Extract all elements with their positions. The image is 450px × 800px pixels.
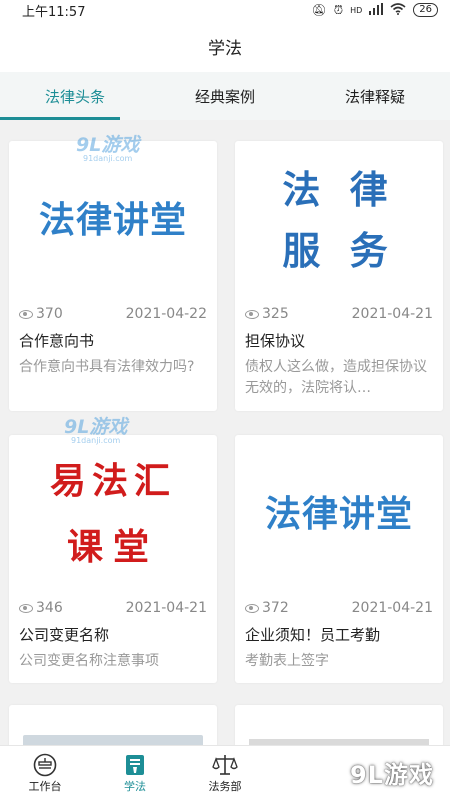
article-thumbnail: 法律讲堂: [38, 200, 187, 241]
view-count: 346: [36, 600, 63, 616]
article-thumbnail: 法律讲堂: [264, 494, 413, 535]
eye-icon: [19, 309, 33, 319]
brand-watermark: 9L游戏: [350, 761, 434, 789]
battery-indicator: 26: [413, 3, 438, 17]
eye-icon: [19, 603, 33, 613]
article-card-partial[interactable]: [235, 705, 443, 750]
article-grid: 法律讲堂 370 2021-04-22 合作意向书 合作意向书具有法律效力吗? …: [0, 120, 450, 750]
article-card[interactable]: 法律讲堂 370 2021-04-22 合作意向书 合作意向书具有法律效力吗?: [9, 141, 217, 411]
article-title: 担保协议: [245, 332, 306, 350]
article-thumbnail: 易法汇 课堂: [49, 461, 176, 568]
article-card-partial[interactable]: [9, 705, 217, 750]
network-hd-label: HD: [350, 5, 363, 15]
page-title: 学法: [208, 38, 242, 59]
article-summary: 公司变更名称注意事项: [19, 653, 159, 669]
eye-icon: [245, 603, 259, 613]
alarm-icon: ⏰︎: [333, 2, 344, 17]
publish-date: 2021-04-21: [351, 306, 433, 322]
publish-date: 2021-04-21: [125, 600, 207, 616]
mute-bell-icon: 🔕︎: [311, 3, 327, 17]
article-thumbnail: 法 律 服 务: [282, 168, 396, 273]
page-header: 学法: [0, 20, 450, 72]
article-summary: 考勤表上签字: [245, 653, 329, 669]
article-title: 合作意向书: [19, 332, 95, 350]
article-summary: 债权人这么做，造成担保协议无效的，法院将认…: [245, 359, 427, 396]
signal-icon: [369, 2, 384, 18]
article-card[interactable]: 法 律 服 务 325 2021-04-21 担保协议 债权人这么做，造成担保协…: [235, 141, 443, 411]
article-title: 企业须知！员工考勤: [245, 626, 381, 644]
status-bar: 上午11:57 🔕︎ ⏰︎ HD 26: [0, 0, 450, 20]
tab-classic-cases[interactable]: 经典案例: [150, 72, 300, 120]
tab-legal-qa[interactable]: 法律释疑: [300, 72, 450, 120]
nav-workbench[interactable]: 工作台: [0, 746, 90, 800]
scales-icon: [212, 752, 238, 778]
article-summary: 合作意向书具有法律效力吗?: [19, 359, 195, 375]
article-card[interactable]: 易法汇 课堂 346 2021-04-21 公司变更名称 公司变更名称注意事项: [9, 435, 217, 683]
law-study-icon: [124, 752, 146, 778]
status-time: 上午11:57: [22, 4, 86, 20]
view-count: 325: [262, 306, 289, 322]
article-title: 公司变更名称: [19, 626, 110, 644]
view-count: 370: [36, 306, 63, 322]
status-icons: 🔕︎ ⏰︎ HD 26: [311, 2, 438, 18]
view-count: 372: [262, 600, 289, 616]
publish-date: 2021-04-22: [125, 306, 207, 322]
eye-icon: [245, 309, 259, 319]
publish-date: 2021-04-21: [351, 600, 433, 616]
category-tabs: 法律头条 经典案例 法律释疑: [0, 72, 450, 120]
article-card[interactable]: 法律讲堂 372 2021-04-21 企业须知！员工考勤 考勤表上签字: [235, 435, 443, 683]
wifi-icon: [390, 2, 406, 18]
nav-legal-dept[interactable]: 法务部: [180, 746, 270, 800]
workbench-icon: [32, 752, 58, 778]
tab-legal-headlines[interactable]: 法律头条: [0, 72, 150, 120]
nav-law-study[interactable]: 学法: [90, 746, 180, 800]
